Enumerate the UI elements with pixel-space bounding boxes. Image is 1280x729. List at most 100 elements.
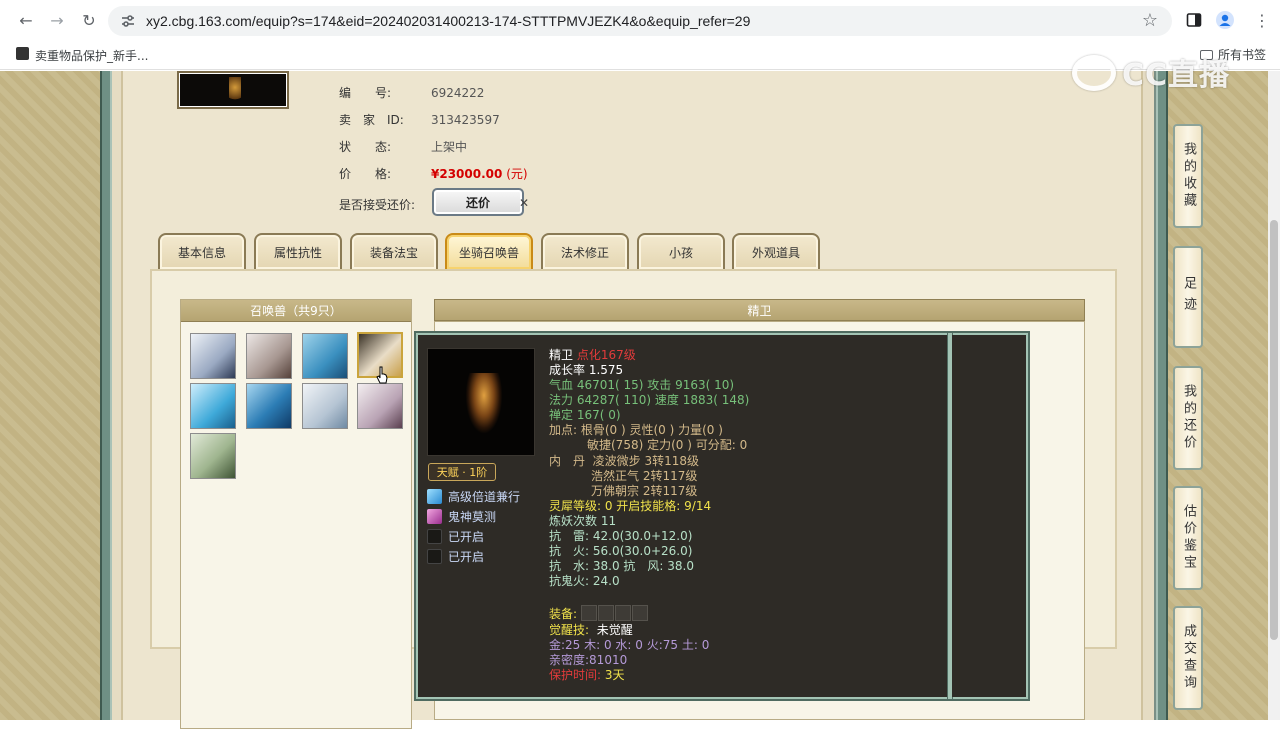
browser-toolbar: ← → ↻ xy2.cbg.163.com/equip?s=174&eid=20… bbox=[0, 0, 1280, 40]
pet-avatar[interactable] bbox=[302, 383, 348, 429]
site-settings-icon[interactable] bbox=[120, 13, 136, 29]
equip-slot[interactable] bbox=[614, 605, 631, 621]
info-row-id: 编 号: 6924222 bbox=[339, 84, 484, 101]
stream-watermark: CC直播 bbox=[1072, 50, 1230, 94]
skill-item[interactable]: 鬼神莫测 bbox=[427, 508, 496, 525]
info-value: 上架中 bbox=[431, 140, 468, 154]
sidebar-footprints[interactable]: 足迹 bbox=[1173, 246, 1203, 348]
tab-spell-mods[interactable]: 法术修正 bbox=[541, 233, 629, 269]
tip-res-4: 抗鬼火: 24.0 bbox=[549, 574, 620, 588]
sidebar-label: 成交查询 bbox=[1181, 624, 1196, 692]
close-icon[interactable]: ✕ bbox=[519, 196, 529, 210]
info-value: 313423597 bbox=[431, 113, 500, 127]
price-unit: (元) bbox=[506, 167, 528, 181]
equip-slot[interactable] bbox=[631, 605, 648, 621]
counter-offer-button[interactable]: 还价 bbox=[432, 188, 524, 216]
equip-slot[interactable] bbox=[580, 605, 597, 621]
tip-equip-label: 装备: bbox=[549, 607, 578, 621]
item-thumbnail bbox=[177, 71, 289, 109]
tip-elements: 金:25 木: 0 水: 0 火:75 土: 0 bbox=[549, 638, 710, 652]
watermark-text: CC直播 bbox=[1122, 58, 1231, 93]
address-bar[interactable]: xy2.cbg.163.com/equip?s=174&eid=20240203… bbox=[108, 6, 1172, 36]
skill-label: 已开启 bbox=[448, 550, 485, 564]
info-label: 价 格: bbox=[339, 167, 392, 181]
info-row-price: 价 格: ¥23000.00 (元) bbox=[339, 165, 528, 182]
tip-equip: 装备: bbox=[549, 605, 649, 622]
tip-neidan-label: 内 丹 bbox=[549, 454, 586, 468]
tab-children[interactable]: 小孩 bbox=[637, 233, 725, 269]
side-panel-icon[interactable] bbox=[1186, 12, 1202, 28]
tip-neidan-1: 内 丹 凌波微步 3转118级 bbox=[549, 454, 699, 469]
tip-awaken-value: 未觉醒 bbox=[596, 623, 633, 637]
sidebar-favorites[interactable]: 我的收藏 bbox=[1173, 124, 1203, 228]
pet-portrait bbox=[427, 348, 535, 456]
tip-speed: 速度 1883( 148) bbox=[654, 393, 750, 407]
tip-protect-value: 3天 bbox=[604, 668, 625, 682]
sidebar-appraisal[interactable]: 估价鉴宝 bbox=[1173, 486, 1203, 590]
tip-awaken-label: 觉醒技: bbox=[549, 623, 590, 637]
skill-icon bbox=[427, 509, 442, 524]
tip-attack: 攻击 9163( 10) bbox=[647, 378, 735, 392]
info-label: 编 号: bbox=[339, 86, 392, 100]
info-row-seller: 卖 家 ID: 313423597 bbox=[339, 111, 500, 128]
info-row-status: 状 态: 上架中 bbox=[339, 138, 467, 155]
info-value: 6924222 bbox=[431, 86, 485, 100]
pet-avatar[interactable] bbox=[190, 433, 236, 479]
sidebar-label: 估价鉴宝 bbox=[1181, 504, 1196, 572]
tip-hp-attack: 气血 46701( 15) 攻击 9163( 10) bbox=[549, 378, 734, 393]
info-label: 状 态: bbox=[339, 140, 392, 154]
tab-basic-info[interactable]: 基本信息 bbox=[158, 233, 246, 269]
pet-avatar[interactable] bbox=[246, 383, 292, 429]
skill-item[interactable]: 已开启 bbox=[427, 528, 484, 545]
pet-name: 精卫 bbox=[549, 348, 574, 362]
equip-slot[interactable] bbox=[597, 605, 614, 621]
pet-avatar[interactable] bbox=[302, 333, 348, 379]
tip-zen: 禅定 167( 0) bbox=[549, 408, 621, 422]
info-label: 卖 家 ID: bbox=[339, 113, 404, 127]
bookmark-item[interactable]: 卖重物品保护_新手... bbox=[35, 47, 148, 64]
reload-icon[interactable]: ↻ bbox=[77, 8, 101, 32]
bookmark-star-icon[interactable]: ☆ bbox=[1142, 10, 1158, 31]
tip-neidan-value: 凌波微步 3转118级 bbox=[592, 454, 700, 468]
skill-icon bbox=[427, 489, 442, 504]
sidebar-transactions[interactable]: 成交查询 bbox=[1173, 606, 1203, 710]
tip-res-2: 抗 火: 56.0(30.0+26.0) bbox=[549, 544, 693, 558]
url-text: xy2.cbg.163.com/equip?s=174&eid=20240203… bbox=[146, 13, 751, 29]
tab-attributes[interactable]: 属性抗性 bbox=[254, 233, 342, 269]
tip-res-1: 抗 雷: 42.0(30.0+12.0) bbox=[549, 529, 693, 543]
sidebar-my-offers[interactable]: 我的还价 bbox=[1173, 366, 1203, 470]
sidebar-label: 我的还价 bbox=[1181, 384, 1196, 452]
empty-skill-icon bbox=[427, 529, 442, 544]
forward-icon[interactable]: → bbox=[45, 8, 69, 32]
pet-avatar[interactable] bbox=[190, 383, 236, 429]
tip-hp: 气血 46701( 15) bbox=[549, 378, 644, 392]
tab-mount-summons[interactable]: 坐骑召唤兽 bbox=[445, 233, 533, 269]
tip-protect-label: 保护时间: bbox=[549, 668, 602, 682]
right-frame-rail bbox=[1156, 71, 1168, 720]
tip-growth: 成长率 1.575 bbox=[549, 363, 624, 377]
menu-dots-icon[interactable]: ⋮ bbox=[1250, 8, 1274, 32]
tip-lianyao: 炼妖次数 11 bbox=[549, 514, 617, 528]
pet-avatar[interactable] bbox=[357, 383, 403, 429]
talent-badge: 天赋 · 1阶 bbox=[428, 463, 496, 481]
back-icon[interactable]: ← bbox=[14, 8, 38, 32]
skill-label: 鬼神莫测 bbox=[448, 510, 497, 524]
tip-lingxi: 灵犀等级: 0 开启技能格: 9/14 bbox=[549, 499, 712, 513]
profile-avatar-icon[interactable] bbox=[1216, 11, 1234, 29]
tip-mp: 法力 64287( 110) bbox=[549, 393, 652, 407]
tip-protect: 保护时间: 3天 bbox=[549, 668, 625, 683]
watermark-logo-icon bbox=[1072, 55, 1116, 91]
pet-avatar[interactable] bbox=[246, 333, 292, 379]
skill-item[interactable]: 高级倍道兼行 bbox=[427, 488, 520, 505]
tip-neidan-2: 浩然正气 2转117级 bbox=[591, 469, 698, 483]
tip-res-3: 抗 水: 38.0 抗 风: 38.0 bbox=[549, 559, 694, 573]
skill-item[interactable]: 已开启 bbox=[427, 548, 484, 565]
pet-avatar[interactable] bbox=[190, 333, 236, 379]
tooltip-side bbox=[952, 335, 1026, 697]
scrollbar-thumb[interactable] bbox=[1270, 220, 1278, 640]
tab-appearance[interactable]: 外观道具 bbox=[732, 233, 820, 269]
price-value: ¥23000.00 bbox=[431, 167, 503, 181]
tab-equipment[interactable]: 装备法宝 bbox=[350, 233, 438, 269]
sidebar-label: 我的收藏 bbox=[1181, 142, 1196, 210]
summons-panel-title: 召唤兽（共9只） bbox=[181, 300, 411, 322]
